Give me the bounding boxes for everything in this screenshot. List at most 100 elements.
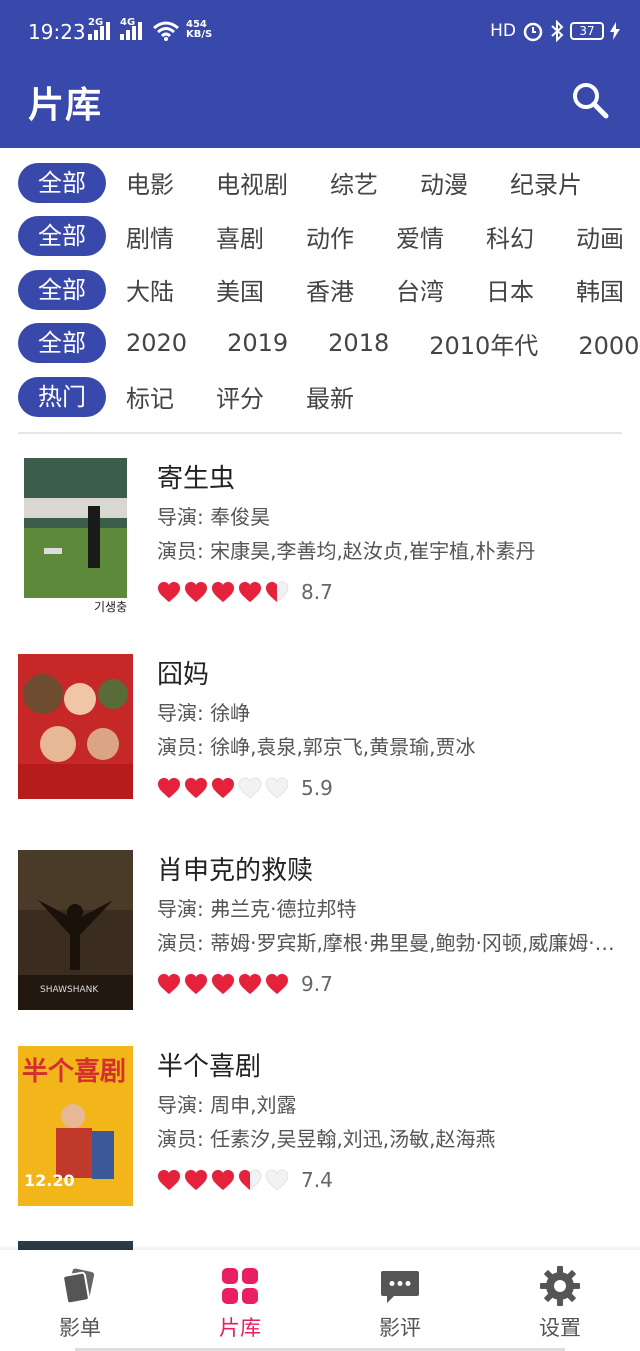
- filter-option[interactable]: 2000年代: [578, 326, 640, 361]
- movie-title: 肖申克的救赎: [157, 856, 314, 886]
- filter-option[interactable]: 电视剧: [216, 165, 288, 200]
- cards-icon: [62, 1268, 95, 1305]
- movie-title: 寄生虫: [157, 464, 236, 494]
- movie-director: 导演: 奉俊昊: [157, 505, 271, 529]
- movie-director: 导演: 周申,刘露: [157, 1093, 297, 1117]
- movie-info: 囧妈 导演: 徐峥 演员: 徐峥,袁泉,郭京飞,黄景瑜,贾冰 5.9: [157, 658, 627, 808]
- movie-score: 7.4: [301, 1168, 333, 1192]
- hd-label: HD: [490, 21, 516, 41]
- heart-icon: [184, 777, 208, 799]
- filter-row-sort: 热门 标记 评分 最新: [0, 370, 640, 424]
- filter-option[interactable]: 2010年代: [429, 326, 538, 361]
- movie-score: 8.7: [301, 580, 333, 604]
- speed-unit: KB/S: [186, 29, 213, 40]
- heart-icon: [265, 777, 289, 799]
- movie-item[interactable]: 囧妈 导演: 徐峥 演员: 徐峥,袁泉,郭京飞,黄景瑜,贾冰 5.9: [0, 648, 640, 844]
- filter-option[interactable]: 综艺: [330, 165, 378, 200]
- filter-row-year: 全部 2020 2019 2018 2010年代 2000年代: [0, 317, 640, 371]
- heart-icon: [211, 973, 235, 995]
- search-icon[interactable]: [570, 80, 610, 120]
- rating-hearts: [157, 973, 289, 995]
- filter-chip-active[interactable]: 全部: [18, 162, 106, 203]
- movie-cast: 演员: 宋康昊,李善均,赵汝贞,崔宇植,朴素丹: [157, 539, 536, 563]
- heart-icon: [184, 581, 208, 603]
- movie-director: 导演: 徐峥: [157, 701, 251, 725]
- filter-panel: 全部 电影 电视剧 综艺 动漫 纪录片 全部 剧情 喜剧 动作 爱情 科幻 动画…: [0, 156, 640, 424]
- charging-icon: [610, 22, 620, 40]
- rating-hearts: [157, 1169, 289, 1191]
- gear-icon: [540, 1266, 580, 1306]
- movie-poster[interactable]: [18, 654, 133, 814]
- rating-hearts: [157, 581, 289, 603]
- heart-icon: [157, 581, 181, 603]
- movie-item[interactable]: 기생충 寄生虫 导演: 奉俊昊 演员: 宋康昊,李善均,赵汝贞,崔宇植,朴素丹 …: [0, 452, 640, 648]
- filter-chip-active[interactable]: 全部: [18, 269, 106, 310]
- filter-chip-active[interactable]: 全部: [18, 323, 106, 364]
- filter-option[interactable]: 韩国: [576, 272, 624, 307]
- heart-icon: [211, 581, 235, 603]
- filter-option[interactable]: 大陆: [126, 272, 174, 307]
- nav-item-reviews[interactable]: 影评: [320, 1250, 480, 1351]
- nav-label: 影单: [59, 1316, 101, 1340]
- movie-poster[interactable]: 기생충: [24, 458, 127, 618]
- chat-icon: [381, 1271, 419, 1303]
- heart-icon: [238, 581, 262, 603]
- status-right: HD 37: [490, 20, 620, 42]
- filter-option[interactable]: 动画: [576, 219, 624, 254]
- movie-item[interactable]: SHAWSHANK 肖申克的救赎 导演: 弗兰克·德拉邦特 演员: 蒂姆·罗宾斯…: [0, 844, 640, 1040]
- bluetooth-icon: [551, 20, 564, 42]
- filter-option[interactable]: 2019: [227, 329, 288, 357]
- network-speed: 454 KB/S: [186, 20, 212, 40]
- movie-director: 导演: 弗兰克·德拉邦特: [157, 897, 357, 921]
- rating-hearts: [157, 777, 289, 799]
- filter-option[interactable]: 剧情: [126, 219, 174, 254]
- battery-icon: 37: [570, 22, 604, 40]
- nav-label: 影评: [379, 1316, 421, 1340]
- filter-option[interactable]: 台湾: [396, 272, 444, 307]
- nav-item-library[interactable]: 片库: [160, 1250, 320, 1351]
- filter-row-region: 全部 大陆 美国 香港 台湾 日本 韩国: [0, 263, 640, 317]
- filter-option[interactable]: 爱情: [396, 219, 444, 254]
- filter-option[interactable]: 2018: [328, 329, 389, 357]
- signal-icon-2: [120, 22, 142, 40]
- movie-info: 半个喜剧 导演: 周申,刘露 演员: 任素汐,吴昱翰,刘迅,汤敏,赵海燕 7.4: [157, 1050, 627, 1200]
- filter-option[interactable]: 动漫: [420, 165, 468, 200]
- divider: [18, 432, 622, 434]
- filter-option[interactable]: 喜剧: [216, 219, 264, 254]
- filter-option[interactable]: 纪录片: [510, 165, 582, 200]
- filter-option[interactable]: 标记: [126, 379, 174, 414]
- movie-cast: 演员: 徐峥,袁泉,郭京飞,黄景瑜,贾冰: [157, 735, 476, 759]
- filter-option[interactable]: 动作: [306, 219, 354, 254]
- filter-chip-active[interactable]: 热门: [18, 376, 106, 417]
- heart-icon: [238, 1169, 262, 1191]
- movie-poster[interactable]: SHAWSHANK: [18, 850, 133, 1010]
- filter-option[interactable]: 科幻: [486, 219, 534, 254]
- status-bar: 19:23 2G 4G 454 KB/S HD 37: [0, 0, 640, 50]
- heart-icon: [157, 1169, 181, 1191]
- svg-text:半个喜剧: 半个喜剧: [22, 1057, 126, 1087]
- nav-item-settings[interactable]: 设置: [480, 1250, 640, 1351]
- nav-item-list[interactable]: 影单: [0, 1250, 160, 1351]
- status-time: 19:23: [28, 20, 86, 44]
- filter-row-genre: 全部 剧情 喜剧 动作 爱情 科幻 动画: [0, 210, 640, 264]
- filter-option[interactable]: 日本: [486, 272, 534, 307]
- filter-option[interactable]: 香港: [306, 272, 354, 307]
- movie-cast: 演员: 蒂姆·罗宾斯,摩根·弗里曼,鲍勃·冈顿,威廉姆·赛德勒: [157, 931, 627, 955]
- heart-icon: [211, 777, 235, 799]
- filter-chip-active[interactable]: 全部: [18, 216, 106, 257]
- filter-option[interactable]: 美国: [216, 272, 264, 307]
- heart-icon: [265, 581, 289, 603]
- filter-option[interactable]: 最新: [306, 379, 354, 414]
- movie-item[interactable]: 半个喜剧 12.20 半个喜剧 导演: 周申,刘露 演员: 任素汐,吴昱翰,刘迅…: [0, 1040, 640, 1236]
- movie-score: 5.9: [301, 776, 333, 800]
- heart-icon: [238, 777, 262, 799]
- filter-option[interactable]: 2020: [126, 329, 187, 357]
- movie-rating: 7.4: [157, 1160, 627, 1200]
- filter-option[interactable]: 电影: [126, 165, 174, 200]
- wifi-icon: [153, 21, 179, 41]
- filter-option[interactable]: 评分: [216, 379, 264, 414]
- heart-icon: [184, 1169, 208, 1191]
- page-title: 片库: [28, 85, 103, 126]
- movie-poster[interactable]: 半个喜剧 12.20: [18, 1046, 133, 1206]
- movie-rating: 8.7: [157, 572, 627, 612]
